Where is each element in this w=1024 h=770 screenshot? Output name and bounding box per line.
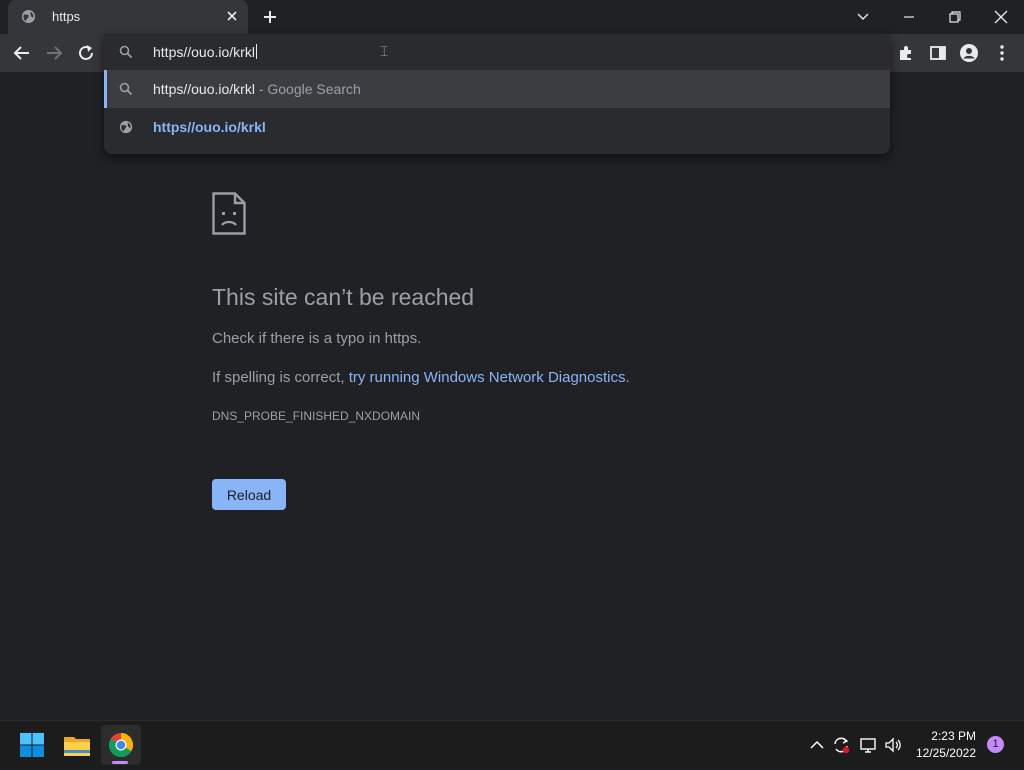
search-icon — [119, 45, 133, 59]
globe-icon — [21, 9, 36, 24]
address-bar[interactable]: https//ouo.io/krkl ⌶ — [104, 34, 890, 70]
close-tab-icon[interactable] — [224, 8, 240, 24]
error-page: This site can’t be reached Check if ther… — [0, 72, 1024, 720]
reload-button[interactable]: Reload — [212, 479, 286, 510]
chrome-icon — [108, 733, 134, 758]
profile-avatar-icon[interactable] — [959, 43, 979, 63]
sad-page-icon — [212, 192, 246, 235]
chevron-up-icon[interactable] — [807, 735, 827, 755]
active-app-indicator — [112, 761, 128, 764]
text-caret — [255, 44, 257, 59]
error-hint-typo: Check if there is a typo in https. — [212, 330, 422, 347]
extensions-icon[interactable] — [896, 43, 916, 63]
error-code: DNS_PROBE_FINISHED_NXDOMAIN — [212, 409, 421, 423]
title-bar: https — [0, 0, 1024, 34]
error-title: This site can’t be reached — [212, 284, 475, 310]
tab-title: https — [52, 9, 81, 24]
taskbar: 2:23 PM 12/25/2022 1 — [0, 720, 1024, 769]
forward-arrow-icon[interactable] — [43, 42, 65, 64]
side-panel-icon[interactable] — [928, 43, 948, 63]
address-input[interactable]: https//ouo.io/krkl — [153, 44, 257, 60]
file-explorer-button[interactable] — [57, 725, 97, 765]
notification-badge[interactable]: 1 — [987, 736, 1004, 753]
new-tab-icon[interactable] — [261, 8, 279, 26]
browser-tab[interactable]: https — [8, 0, 248, 34]
tab-search-icon[interactable] — [853, 7, 873, 27]
folder-icon — [64, 737, 90, 756]
back-arrow-icon[interactable] — [11, 42, 33, 64]
clock-time[interactable]: 2:23 PM — [916, 729, 976, 743]
clock-date[interactable]: 12/25/2022 — [906, 746, 976, 760]
start-button[interactable] — [12, 725, 52, 765]
error-hint-diagnostics: If spelling is correct, try running Wind… — [212, 369, 630, 386]
volume-icon[interactable] — [883, 735, 903, 755]
restore-icon[interactable] — [945, 7, 965, 27]
sync-status-icon[interactable] — [831, 735, 851, 755]
close-window-icon[interactable] — [991, 7, 1011, 27]
ibeam-cursor-icon: ⌶ — [380, 44, 389, 60]
chrome-taskbar-button[interactable] — [101, 725, 141, 765]
minimize-icon[interactable] — [899, 7, 919, 27]
menu-more-icon[interactable] — [992, 43, 1012, 63]
network-icon[interactable] — [858, 735, 878, 755]
diagnostics-link[interactable]: try running Windows Network Diagnostics — [349, 369, 626, 386]
windows-start-icon — [20, 733, 44, 757]
reload-icon[interactable] — [75, 42, 97, 64]
